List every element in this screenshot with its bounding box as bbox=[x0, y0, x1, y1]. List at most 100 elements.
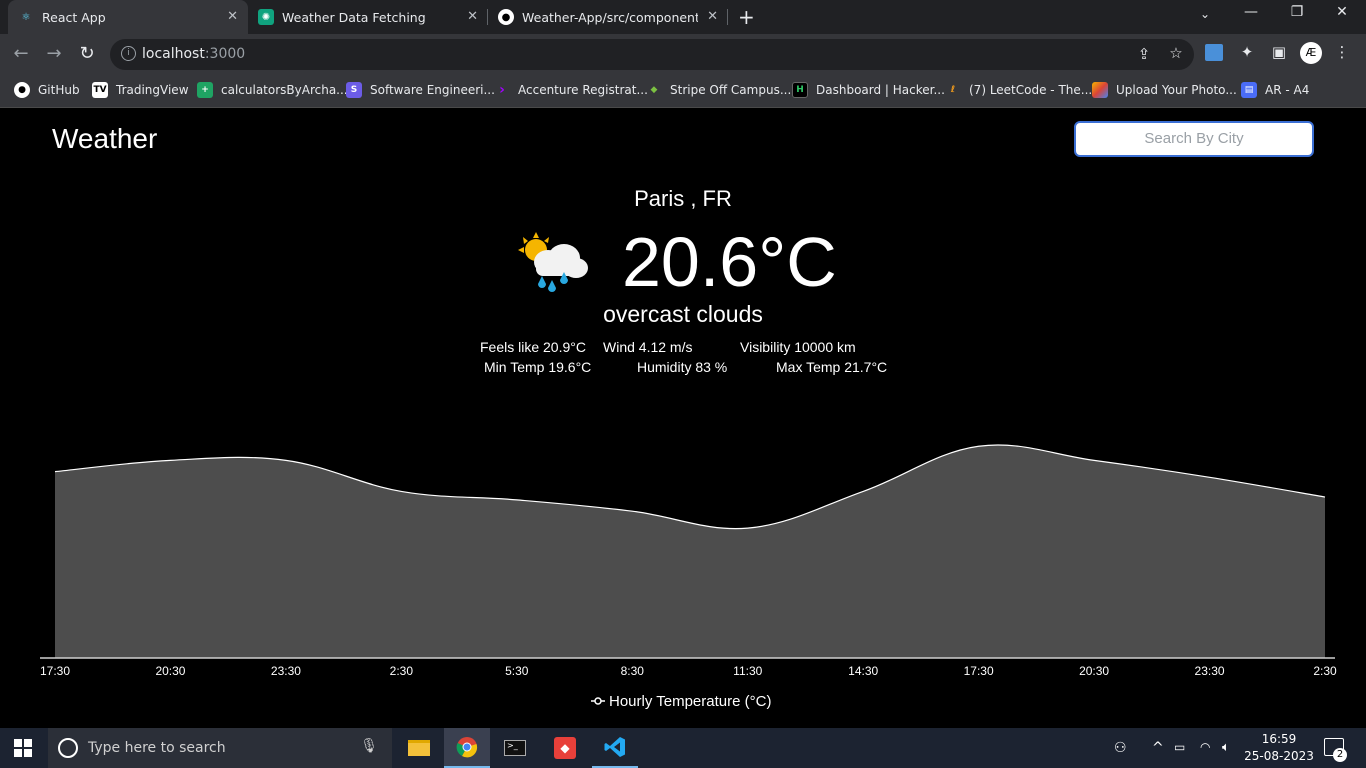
toolbar: ← → ↻ i localhost:3000 ⇪ ☆ ✦ ▣ Æ ⋮ bbox=[0, 34, 1366, 76]
bookmark-hackerrank[interactable]: H Dashboard | Hacker... bbox=[792, 82, 945, 98]
temperature-point[interactable] bbox=[398, 488, 404, 494]
reload-icon[interactable]: ↻ bbox=[76, 43, 98, 64]
photo-icon bbox=[1092, 82, 1108, 98]
git-client-icon[interactable]: ◆ bbox=[542, 728, 588, 768]
x-tick-label: 2:30 bbox=[1313, 664, 1337, 678]
bookmark-label: calculatorsByArcha... bbox=[221, 83, 348, 97]
feels-like: Feels like 20.9°C bbox=[480, 339, 586, 355]
share-icon[interactable]: ⇪ bbox=[1134, 45, 1154, 63]
url-text[interactable]: localhost:3000 bbox=[142, 46, 245, 62]
x-tick-label: 17:30 bbox=[40, 664, 70, 678]
visibility: Visibility 10000 km bbox=[740, 339, 856, 355]
x-tick-label: 17:30 bbox=[964, 664, 994, 678]
printer-icon: ▤ bbox=[1241, 82, 1257, 98]
sheets-icon: + bbox=[197, 82, 213, 98]
wifi-icon[interactable]: ◠ bbox=[1200, 740, 1210, 754]
s-icon: S bbox=[346, 82, 362, 98]
back-icon[interactable]: ← bbox=[10, 43, 32, 64]
bookmark-tradingview[interactable]: TV TradingView bbox=[92, 82, 189, 98]
temperature-point[interactable] bbox=[745, 525, 751, 531]
legend-marker-icon bbox=[594, 697, 602, 705]
tab-search-icon[interactable]: ⌄ bbox=[1195, 7, 1215, 21]
temperature-point[interactable] bbox=[283, 457, 289, 463]
chrome-taskbar-icon[interactable] bbox=[444, 728, 490, 768]
taskbar-search-placeholder: Type here to search bbox=[88, 740, 226, 756]
show-hidden-icons[interactable]: ^ bbox=[1152, 740, 1164, 756]
bookmark-label: Software Engineeri... bbox=[370, 83, 495, 97]
tab-react-app[interactable]: ⚛ React App ✕ bbox=[8, 0, 248, 34]
app-title: Weather bbox=[52, 123, 158, 154]
bookmark-github[interactable]: ● GitHub bbox=[14, 82, 80, 98]
vscode-icon[interactable] bbox=[592, 728, 638, 768]
bookmark-upload-photo[interactable]: Upload Your Photo... bbox=[1092, 82, 1237, 98]
restore-icon[interactable]: ❐ bbox=[1287, 4, 1307, 20]
cloud-rain-sun-icon bbox=[518, 232, 588, 292]
temperature-point[interactable] bbox=[52, 469, 58, 475]
bookmark-stripe[interactable]: ◆ Stripe Off Campus... bbox=[646, 82, 792, 98]
clock-time: 16:59 bbox=[1261, 732, 1297, 746]
minimize-icon[interactable]: — bbox=[1241, 4, 1261, 20]
temperature-point[interactable] bbox=[976, 443, 982, 449]
hackerrank-icon: H bbox=[792, 82, 808, 98]
people-icon[interactable]: ⚇ bbox=[1114, 740, 1127, 756]
weather-description: overcast clouds bbox=[603, 301, 763, 327]
side-panel-icon[interactable]: ▣ bbox=[1269, 43, 1289, 61]
taskbar-search-box[interactable]: Type here to search 🎙︎ bbox=[48, 728, 392, 768]
x-tick-label: 11:30 bbox=[733, 664, 762, 678]
tab-strip: ⚛ React App ✕ ✺ Weather Data Fetching ✕ … bbox=[0, 0, 1366, 34]
accenture-icon: › bbox=[499, 82, 505, 98]
bookmark-ar-a4[interactable]: ▤ AR - A4 bbox=[1241, 82, 1309, 98]
bookmark-label: TradingView bbox=[116, 83, 189, 97]
humidity: Humidity 83 % bbox=[637, 359, 728, 375]
chart-legend[interactable]: Hourly Temperature (°C) bbox=[591, 693, 771, 710]
info-icon[interactable]: i bbox=[121, 46, 136, 61]
bookmark-label: AR - A4 bbox=[1265, 83, 1310, 97]
close-window-icon[interactable]: ✕ bbox=[1332, 4, 1352, 20]
terminal-icon[interactable]: >_ bbox=[492, 728, 538, 768]
bookmark-star-icon[interactable]: ☆ bbox=[1166, 44, 1186, 62]
x-tick-label: 20:30 bbox=[1079, 664, 1109, 678]
profile-avatar[interactable]: Æ bbox=[1300, 42, 1322, 64]
tab-title: React App bbox=[42, 9, 106, 25]
temperature-point[interactable] bbox=[860, 488, 866, 494]
temperature-point[interactable] bbox=[167, 457, 173, 463]
bookmark-accenture[interactable]: › Accenture Registrat... bbox=[494, 82, 648, 98]
url-host: localhost bbox=[142, 46, 205, 62]
temperature-point[interactable] bbox=[1322, 494, 1328, 500]
close-tab-icon[interactable]: ✕ bbox=[227, 9, 238, 24]
max-temp: Max Temp 21.7°C bbox=[776, 359, 888, 375]
browser-chrome: ⚛ React App ✕ ✺ Weather Data Fetching ✕ … bbox=[0, 0, 1366, 108]
bookmark-label: (7) LeetCode - The... bbox=[969, 83, 1093, 97]
temperature-point[interactable] bbox=[1207, 474, 1213, 480]
extensions-icon[interactable]: ✦ bbox=[1237, 43, 1257, 61]
hourly-temperature-chart: 17:30 20:30 23:30 2:30 5:30 8:30 11:30 14:30 17:… bbox=[40, 443, 1337, 710]
volume-icon[interactable]: 🔈︎ bbox=[1222, 740, 1230, 755]
bookmark-leetcode[interactable]: ℓ (7) LeetCode - The... bbox=[945, 82, 1092, 98]
x-tick-label: 14:30 bbox=[848, 664, 878, 678]
city-name: Paris , FR bbox=[634, 186, 732, 211]
temperature-point[interactable] bbox=[1091, 457, 1097, 463]
more-menu-icon[interactable]: ⋮ bbox=[1332, 43, 1352, 61]
clock[interactable]: 16:59 25-08-2023 bbox=[1244, 731, 1314, 765]
windows-start-icon[interactable] bbox=[0, 728, 46, 768]
city-search-input[interactable]: Search By City bbox=[1074, 121, 1314, 157]
close-tab-icon[interactable]: ✕ bbox=[467, 9, 478, 24]
battery-icon[interactable]: ▭ bbox=[1174, 740, 1185, 754]
temperature-point[interactable] bbox=[514, 497, 520, 503]
extension-chart-icon[interactable] bbox=[1205, 44, 1223, 61]
close-tab-icon[interactable]: ✕ bbox=[707, 9, 718, 24]
bookmark-calculators[interactable]: + calculatorsByArcha... bbox=[197, 82, 348, 98]
tab-weather-data-fetching[interactable]: ✺ Weather Data Fetching ✕ bbox=[248, 0, 488, 34]
microphone-icon[interactable]: 🎙︎ bbox=[360, 738, 378, 754]
bookmark-software-engineering[interactable]: S Software Engineeri... bbox=[346, 82, 495, 98]
legend-label: Hourly Temperature (°C) bbox=[609, 693, 771, 710]
address-bar[interactable]: i localhost:3000 ⇪ ☆ bbox=[110, 39, 1194, 70]
tab-title: Weather Data Fetching bbox=[282, 9, 426, 25]
file-explorer-icon[interactable] bbox=[396, 728, 442, 768]
url-port: :3000 bbox=[204, 46, 246, 62]
temperature-point[interactable] bbox=[629, 508, 635, 514]
new-tab-icon[interactable]: + bbox=[738, 5, 755, 29]
bookmark-label: Stripe Off Campus... bbox=[670, 83, 792, 97]
tab-github-weather-app[interactable]: ● Weather-App/src/components/D ✕ bbox=[488, 0, 728, 34]
forward-icon[interactable]: → bbox=[43, 43, 65, 64]
